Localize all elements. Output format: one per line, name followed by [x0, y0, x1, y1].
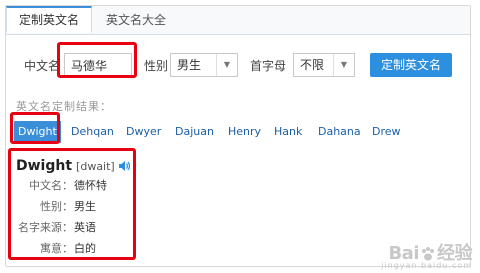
- result-title: 英文名定制结果：: [16, 100, 112, 113]
- detail-row-chinese-name: 中文名： 德怀特: [16, 177, 216, 195]
- name-detail-header: Dwight [dwait]: [16, 158, 130, 178]
- detail-value: 德怀特: [74, 179, 107, 192]
- chinese-name-input[interactable]: [64, 53, 132, 77]
- detail-row-meaning: 寓意： 白的: [16, 240, 216, 258]
- tab-custom-english-name[interactable]: 定制英文名: [6, 6, 92, 33]
- detail-value: 男生: [74, 200, 96, 213]
- name-form: 中文名 性别 男生 ▼ 首字母 不限 ▼ 定制英文名: [6, 53, 470, 79]
- name-result-item[interactable]: Dehqan: [71, 121, 114, 143]
- detail-row-gender: 性别： 男生: [16, 198, 216, 216]
- gender-select-value: 男生: [177, 58, 202, 72]
- name-result-item[interactable]: Dwight: [14, 121, 61, 143]
- name-result-item[interactable]: Dajuan: [175, 121, 214, 143]
- detail-row-origin: 名字来源： 英语: [16, 219, 216, 237]
- detail-key: 寓意：: [40, 242, 73, 255]
- gender-label: 性别: [144, 59, 169, 73]
- detail-key: 中文名：: [29, 179, 73, 192]
- tab-bar: 定制英文名 英文名大全: [6, 6, 470, 35]
- detail-value: 白的: [74, 242, 96, 255]
- initial-select[interactable]: 不限 ▼: [293, 53, 355, 77]
- name-result-item[interactable]: Dwyer: [126, 121, 161, 143]
- baidu-jingyan-watermark: Bai 经验 jingyan.baidu.com: [381, 239, 472, 270]
- english-name-panel: 定制英文名 英文名大全 中文名 性别 男生 ▼ 首字母 不限 ▼ 定制英文名 英…: [5, 5, 471, 267]
- chevron-down-icon: ▼: [333, 54, 354, 76]
- speaker-icon[interactable]: [118, 160, 130, 175]
- name-result-item[interactable]: Henry: [228, 121, 261, 143]
- name-result-item[interactable]: Hank: [274, 121, 302, 143]
- detail-value: 英语: [74, 221, 96, 234]
- gender-select[interactable]: 男生 ▼: [170, 53, 238, 77]
- tab-english-name-list[interactable]: 英文名大全: [96, 6, 176, 34]
- chinese-name-label: 中文名: [24, 59, 61, 73]
- watermark-url: jingyan.baidu.com: [381, 261, 472, 270]
- detail-key: 名字来源：: [18, 221, 73, 234]
- detail-phonetic: [dwait]: [76, 160, 115, 173]
- initial-select-value: 不限: [300, 58, 325, 72]
- detail-name: Dwight: [16, 158, 73, 174]
- detail-key: 性别：: [40, 200, 73, 213]
- initial-label: 首字母: [250, 59, 287, 73]
- name-result-item[interactable]: Dahana: [318, 121, 361, 143]
- name-result-item[interactable]: Drew: [372, 121, 401, 143]
- customize-english-name-button[interactable]: 定制英文名: [370, 53, 452, 77]
- chevron-down-icon: ▼: [216, 54, 237, 76]
